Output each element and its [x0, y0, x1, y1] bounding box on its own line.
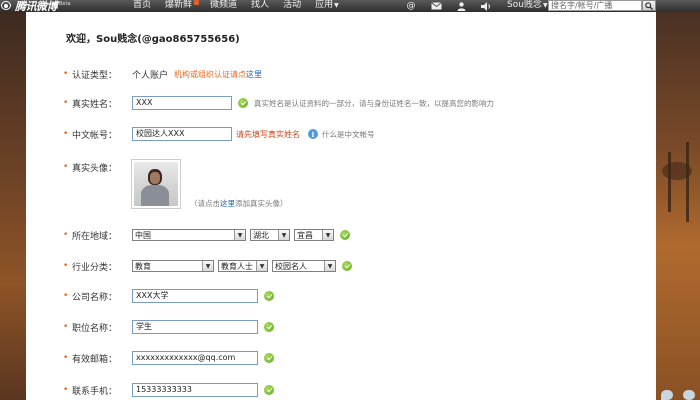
nav-activity[interactable]: 活动 [283, 0, 301, 12]
row-region: • 所在地域： 中国 ▼ 湖北 ▼ 宜昌 ▼ [63, 227, 350, 243]
bullet-icon: • [63, 230, 69, 240]
province-select[interactable]: 湖北 ▼ [250, 229, 290, 241]
row-industry: • 行业分类： 教育 ▼ 教育人士 ▼ 校园名人 ▼ [63, 258, 352, 274]
org-auth-link[interactable]: 这里 [246, 70, 262, 79]
check-icon [342, 261, 352, 271]
city-select[interactable]: 宜昌 ▼ [294, 229, 334, 241]
chinese-account-input[interactable]: 校园达人XXX [132, 127, 232, 141]
nav-hot[interactable]: 爆新鲜 [165, 0, 200, 12]
position-input[interactable]: 学生 [132, 320, 258, 334]
what-is-chinese-account-link[interactable]: 什么是中文帐号 [322, 129, 375, 140]
check-icon [340, 230, 350, 240]
bullet-icon: • [63, 162, 69, 172]
add-avatar-link[interactable]: 这里 [220, 199, 235, 208]
bullet-icon: • [63, 322, 69, 332]
dropdown-arrow-icon: ▼ [278, 230, 289, 240]
at-icon[interactable]: @ [405, 1, 417, 11]
bullet-icon: • [63, 129, 69, 139]
label-industry: 行业分类： [72, 262, 118, 273]
label-email: 有效邮箱： [72, 354, 118, 365]
new-badge-icon [194, 0, 200, 5]
dropdown-arrow-icon: ▼ [322, 230, 333, 240]
speaker-icon[interactable] [480, 1, 492, 11]
email-input[interactable]: xxxxxxxxxxxxx@qq.com [132, 351, 258, 365]
label-company: 公司名称： [72, 292, 118, 303]
nav-home[interactable]: 首页 [133, 0, 151, 12]
row-auth-type: • 认证类型： 个人账户 机构或组织认证请点这里 [63, 66, 262, 82]
real-name-input[interactable]: XXX [132, 96, 232, 110]
message-icon[interactable] [683, 390, 695, 400]
label-region: 所在地域： [72, 231, 118, 242]
search-icon [645, 1, 653, 10]
beta-badge: Beta [59, 1, 71, 7]
main-nav: 首页 爆新鲜 微频道 找人 活动 应用▼ [133, 0, 353, 12]
avatar-photo[interactable] [131, 159, 181, 209]
search-button[interactable] [642, 0, 656, 11]
search-input[interactable]: 搜名字/帐号/广播 [548, 0, 642, 11]
welcome-heading: 欢迎，Sou贱念(@gao865755656) [66, 34, 240, 45]
check-icon [264, 353, 274, 363]
label-real-name: 真实姓名： [72, 99, 118, 110]
row-real-name: • 真实姓名： XXX 真实姓名是认证资料的一部分，请与身份证姓名一致，以提高您… [63, 95, 494, 111]
industry-level1-select[interactable]: 教育 ▼ [132, 260, 214, 272]
bullet-icon: • [63, 291, 69, 301]
background-left [0, 12, 26, 400]
bullet-icon: • [63, 385, 69, 395]
top-icons: @ [405, 0, 505, 12]
chinese-account-warning: 请先填写真实姓名 [236, 129, 300, 139]
mail-icon[interactable] [430, 1, 442, 11]
user-icon[interactable] [455, 1, 467, 11]
row-avatar: • 真实头像： [63, 159, 132, 175]
bullet-icon: • [63, 98, 69, 108]
check-icon [238, 98, 248, 108]
dropdown-arrow-icon: ▼ [234, 230, 245, 240]
industry-level2-select[interactable]: 教育人士 ▼ [218, 260, 268, 272]
nav-channel[interactable]: 微频道 [210, 0, 237, 12]
check-icon [264, 291, 274, 301]
dropdown-arrow-icon: ▼ [202, 261, 213, 271]
verification-form-panel: 欢迎，Sou贱念(@gao865755656) • 认证类型： 个人账户 机构或… [26, 12, 656, 400]
bullet-icon: • [63, 261, 69, 271]
bullet-icon: • [63, 353, 69, 363]
caret-down-icon: ▼ [542, 2, 548, 9]
check-icon [264, 322, 274, 332]
dropdown-arrow-icon: ▼ [324, 261, 335, 271]
phone-input[interactable]: 15333333333 [132, 383, 258, 397]
row-position: • 职位名称： 学生 [63, 319, 274, 335]
info-icon[interactable]: i [308, 129, 318, 139]
row-company: • 公司名称： XXX大学 [63, 288, 274, 304]
auth-type-value: 个人账户 [132, 70, 169, 81]
label-avatar: 真实头像： [72, 163, 118, 174]
row-email: • 有效邮箱： xxxxxxxxxxxxx@qq.com [63, 350, 274, 366]
dropdown-arrow-icon: ▼ [256, 261, 267, 271]
label-auth-type: 认证类型： [72, 70, 118, 81]
industry-level3-select[interactable]: 校园名人 ▼ [272, 260, 336, 272]
company-input[interactable]: XXX大学 [132, 289, 258, 303]
check-icon [264, 385, 274, 395]
row-chinese-account: • 中文帐号： 校园达人XXX 请先填写真实姓名 i 什么是中文帐号 [63, 126, 375, 142]
avatar-image [134, 162, 178, 206]
label-phone: 联系手机： [72, 386, 118, 397]
label-position: 职位名称： [72, 323, 118, 334]
org-auth-text: 机构或组织认证请点这里 [174, 69, 263, 79]
row-phone: • 联系手机： 15333333333 [63, 382, 274, 398]
chat-icon[interactable] [661, 390, 673, 400]
country-select[interactable]: 中国 ▼ [132, 229, 246, 241]
background-right [656, 12, 700, 400]
label-chinese-account: 中文帐号： [72, 130, 118, 141]
avatar-note: （请点击这里添加真实头像） [190, 199, 288, 208]
nav-apps[interactable]: 应用▼ [315, 0, 339, 12]
user-menu[interactable]: Sou贱念▼ [507, 0, 548, 11]
bullet-icon: • [63, 69, 69, 79]
site-logo[interactable]: 腾讯微博 Beta [0, 0, 71, 13]
topbar-right-area [660, 0, 700, 12]
top-navigation-bar: 腾讯微博 Beta 首页 爆新鲜 微频道 找人 活动 应用▼ @ Sou贱念▼ … [0, 0, 700, 13]
nav-find-people[interactable]: 找人 [251, 0, 269, 12]
logo-eye-icon [0, 0, 14, 12]
real-name-hint: 真实姓名是认证资料的一部分，请与身份证姓名一致，以提高您的影响力 [254, 98, 494, 108]
caret-down-icon: ▼ [334, 2, 339, 9]
